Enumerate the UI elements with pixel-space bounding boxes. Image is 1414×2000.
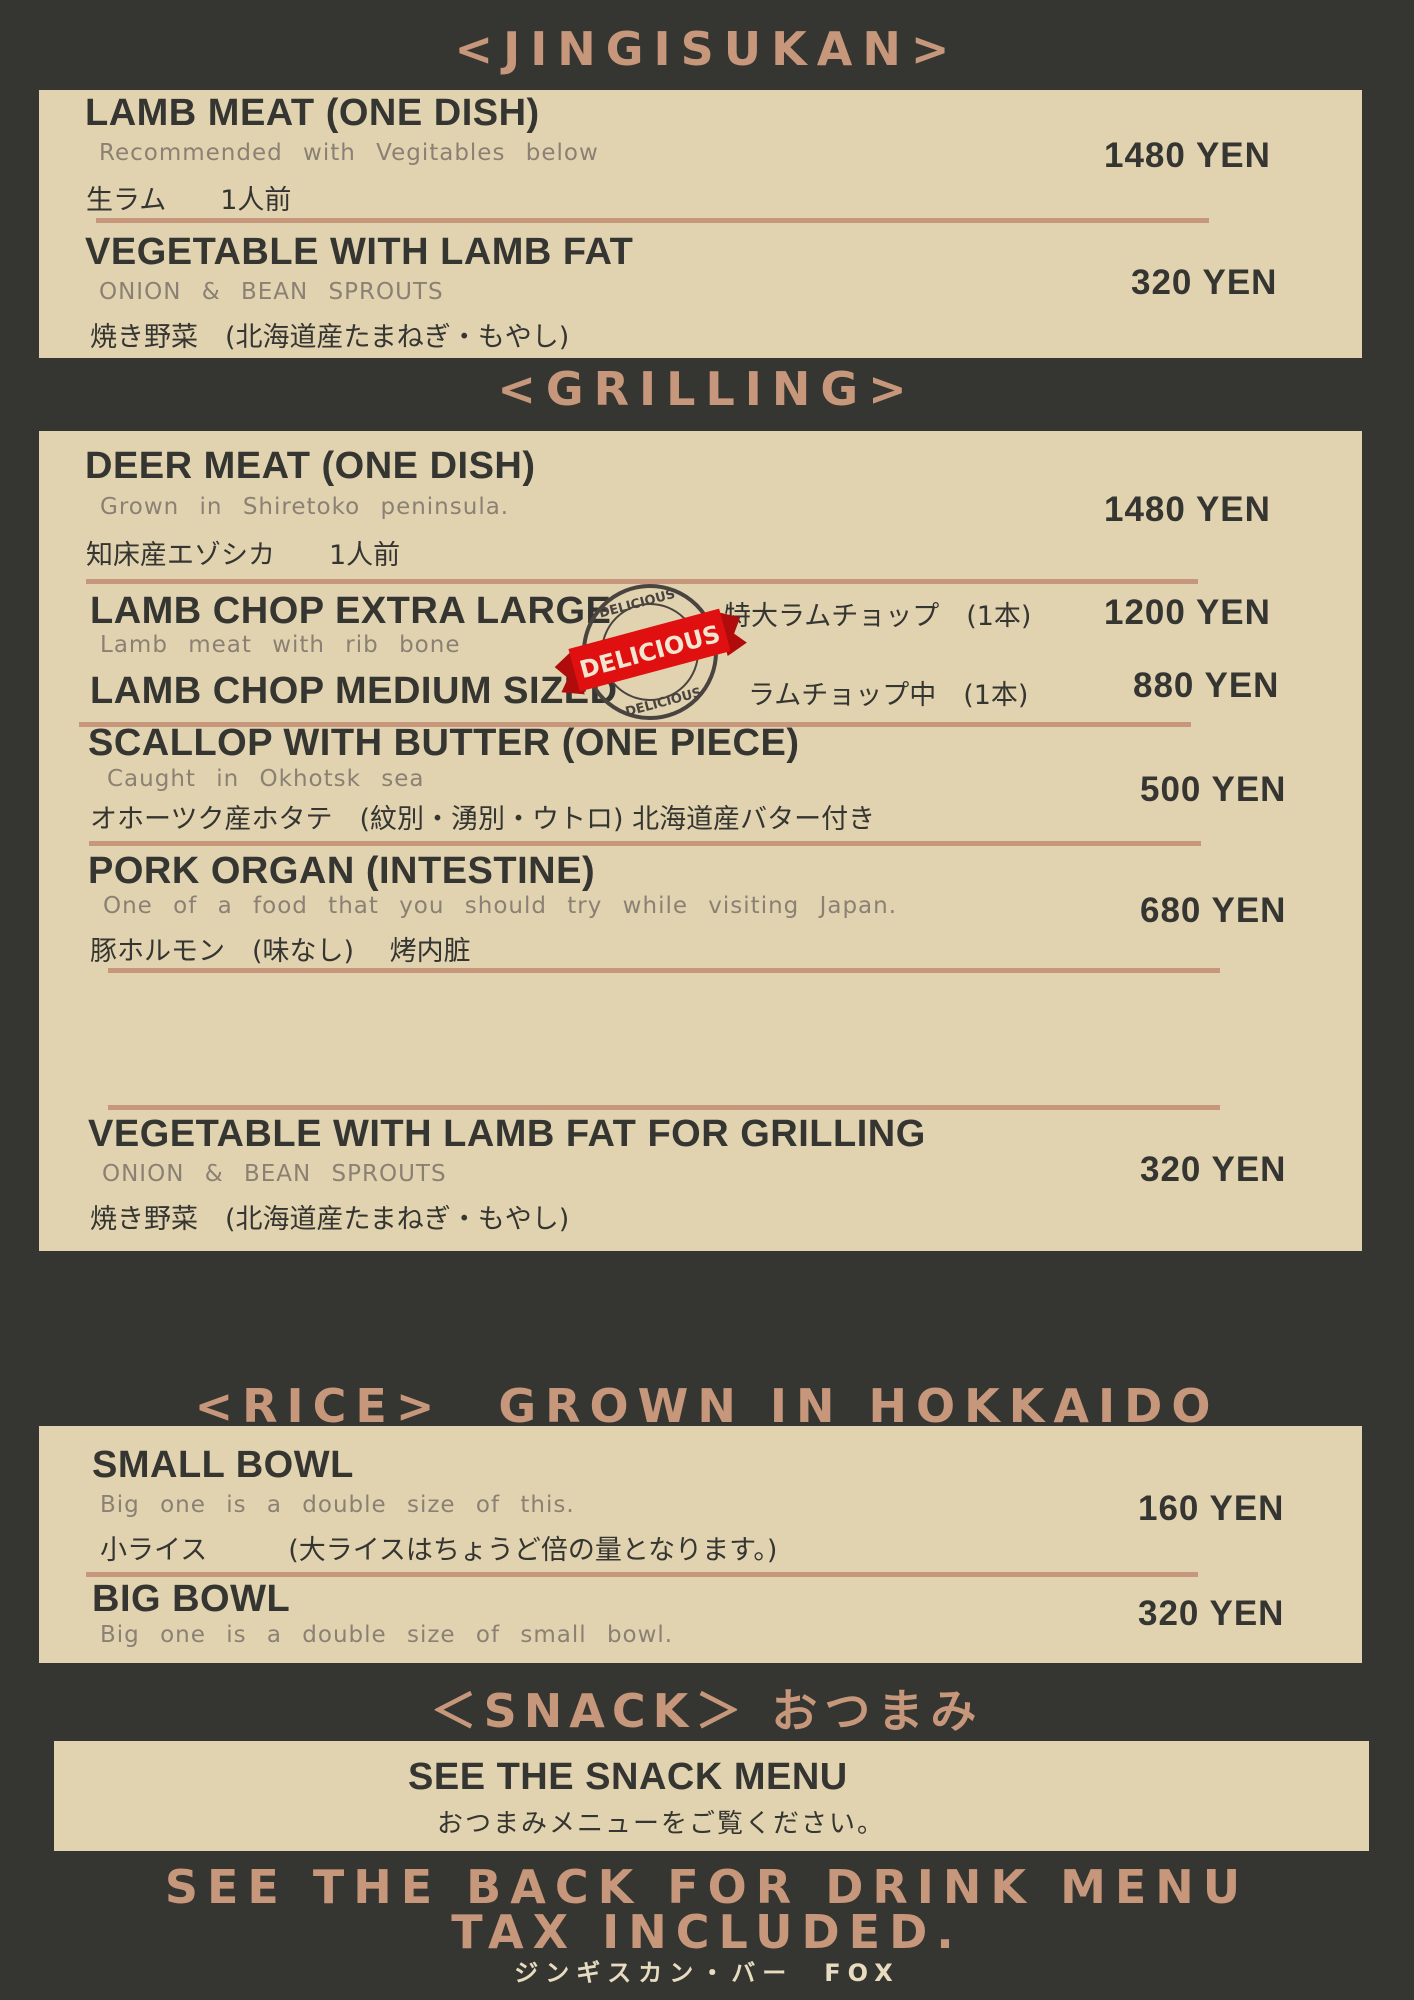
- item-jp: 焼き野菜 (北海道産たまねぎ・もやし): [90, 1204, 570, 1235]
- section-title-grilling: <GRILLING>: [497, 362, 917, 416]
- item-name: SCALLOP WITH BUTTER (ONE PIECE): [88, 722, 800, 764]
- item-name: LAMB CHOP EXTRA LARGE: [90, 590, 612, 632]
- snack-jp: おつまみメニューをご覧ください。: [437, 1809, 886, 1839]
- item-name: LAMB MEAT (ONE DISH): [85, 92, 540, 134]
- stamp-banner: DELICIOUS: [554, 608, 747, 695]
- item-name: DEER MEAT (ONE DISH): [85, 445, 536, 487]
- divider: [108, 1105, 1220, 1110]
- item-jp: ラムチョップ中 (1本): [748, 680, 1029, 711]
- item-desc: Caught in Okhotsk sea: [107, 766, 425, 792]
- snack-heading: SEE THE SNACK MENU: [408, 1756, 848, 1798]
- divider: [89, 841, 1201, 846]
- item-desc: ONION & BEAN SPROUTS: [102, 1161, 447, 1187]
- item-price: 1480 YEN: [1104, 136, 1271, 175]
- footer-shop-name: ジンギスカン・バー FOX: [514, 1959, 900, 1987]
- item-jp: オホーツク産ホタテ (紋別・湧別・ウトロ) 北海道産バター付き: [90, 804, 876, 835]
- item-jp: 小ライス (大ライスはちょうど倍の量となります。): [100, 1535, 778, 1566]
- item-jp: 焼き野菜 (北海道産たまねぎ・もやし): [90, 322, 570, 353]
- item-price: 1480 YEN: [1104, 490, 1271, 529]
- item-desc: Lamb meat with rib bone: [100, 632, 461, 658]
- item-name: VEGETABLE WITH LAMB FAT: [85, 231, 634, 273]
- divider: [96, 218, 1209, 223]
- item-desc: Big one is a double size of this.: [100, 1492, 575, 1518]
- item-jp: 知床産エゾシカ 1人前: [86, 540, 401, 571]
- item-price: 320 YEN: [1140, 1150, 1287, 1189]
- item-desc: Recommended with Vegitables below: [99, 140, 599, 166]
- item-desc: Big one is a double size of small bowl.: [100, 1622, 674, 1648]
- item-name: BIG BOWL: [92, 1578, 291, 1620]
- item-desc: Grown in Shiretoko peninsula.: [100, 494, 510, 520]
- footer-tax-note: TAX INCLUDED.: [451, 1905, 963, 1959]
- item-name: SMALL BOWL: [92, 1444, 354, 1486]
- stamp-ring-top-text: DELICIOUS: [598, 587, 677, 622]
- item-jp: 特大ラムチョップ (1本): [724, 601, 1032, 632]
- item-price: 1200 YEN: [1104, 593, 1271, 632]
- item-desc: One of a food that you should try while …: [103, 893, 898, 919]
- item-name: PORK ORGAN (INTESTINE): [88, 850, 596, 892]
- item-price: 320 YEN: [1138, 1594, 1285, 1633]
- item-price: 160 YEN: [1138, 1489, 1285, 1528]
- item-price: 680 YEN: [1140, 891, 1287, 930]
- item-desc: ONION & BEAN SPROUTS: [99, 279, 444, 305]
- item-jp: 生ラム 1人前: [86, 185, 292, 216]
- section-title-snack: ＜SNACK＞ おつまみ: [430, 1684, 984, 1738]
- item-jp: 豚ホルモン (味なし) 烤内脏: [90, 936, 471, 967]
- item-price: 500 YEN: [1140, 770, 1287, 809]
- section-title-jingisukan: <JINGISUKAN>: [454, 22, 960, 76]
- divider: [108, 968, 1220, 973]
- divider: [86, 1572, 1198, 1577]
- item-price: 880 YEN: [1133, 666, 1280, 705]
- item-price: 320 YEN: [1131, 263, 1278, 302]
- item-name: VEGETABLE WITH LAMB FAT FOR GRILLING: [88, 1113, 926, 1155]
- delicious-stamp: DELICIOUS DELICIOUS DELICIOUS: [554, 584, 747, 720]
- item-name: LAMB CHOP MEDIUM SIZED: [90, 670, 618, 712]
